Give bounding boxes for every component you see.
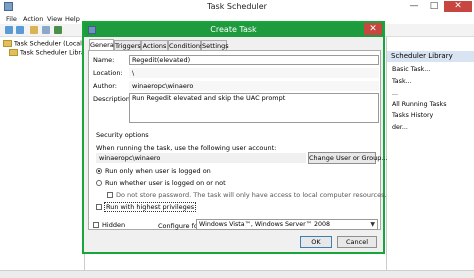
radio-run-whether-label: Run whether user is logged on or not: [105, 179, 226, 187]
radio-run-logged-on[interactable]: [96, 168, 102, 174]
main-window-title: Task Scheduler: [207, 2, 267, 11]
change-user-button[interactable]: Change User or Group...: [308, 152, 388, 164]
action-create-basic-task[interactable]: Basic Task...: [392, 66, 430, 73]
tree-item-library[interactable]: Task Scheduler Library: [9, 49, 91, 57]
menu-file[interactable]: File: [6, 15, 17, 23]
maximize-button[interactable]: □: [424, 1, 444, 12]
action-import-task[interactable]: ...: [392, 90, 398, 97]
main-close-button[interactable]: ✕: [444, 1, 472, 12]
tab-actions[interactable]: Actions: [141, 40, 168, 50]
action-all-running-tasks[interactable]: All Running Tasks: [392, 101, 446, 108]
dialog-title: Create Task: [210, 25, 257, 34]
tab-triggers[interactable]: Triggers: [114, 40, 141, 50]
navigation-tree: [0, 37, 85, 272]
menu-help[interactable]: Help: [65, 15, 80, 23]
menu-action[interactable]: Action: [23, 15, 43, 23]
hidden-label: Hidden: [102, 221, 126, 229]
location-value: \: [129, 68, 379, 78]
security-options-label: Security options: [96, 131, 149, 139]
do-not-store-password-label: Do not store password. The task will onl…: [116, 191, 387, 199]
author-value: winaeropc\winaero: [129, 81, 379, 91]
user-account-value: winaeropc\winaero: [96, 153, 306, 163]
highest-privileges-checkbox[interactable]: [96, 204, 102, 210]
hidden-checkbox[interactable]: [93, 222, 99, 228]
configure-for-select[interactable]: Windows Vista™, Windows Server™ 2008 ▼: [196, 219, 378, 230]
actions-header: Scheduler Library: [387, 51, 474, 62]
account-prompt: When running the task, use the following…: [96, 144, 277, 152]
folder-icon[interactable]: [30, 26, 38, 34]
cancel-button[interactable]: Cancel: [337, 236, 377, 248]
help-icon[interactable]: [54, 26, 62, 34]
tab-conditions[interactable]: Conditions: [168, 40, 203, 50]
tab-settings[interactable]: Settings: [201, 40, 229, 50]
minimize-button[interactable]: —: [404, 1, 424, 12]
do-not-store-password-checkbox[interactable]: [107, 192, 113, 198]
description-field[interactable]: Run Regedit elevated and skip the UAC pr…: [129, 93, 379, 123]
radio-run-whether[interactable]: [96, 180, 102, 186]
dialog-close-button[interactable]: ✕: [364, 23, 382, 35]
radio-run-logged-on-label: Run only when user is logged on: [105, 167, 211, 175]
action-new-folder[interactable]: der...: [392, 124, 408, 131]
clock-folder-icon: [3, 40, 12, 47]
name-field[interactable]: Regedit(elevated): [129, 55, 379, 65]
author-label: Author:: [93, 82, 117, 90]
chevron-down-icon: ▼: [370, 221, 375, 228]
description-label: Description:: [93, 95, 133, 103]
name-label: Name:: [93, 56, 115, 64]
highest-privileges-label: Run with highest privileges: [104, 202, 197, 212]
ok-button[interactable]: OK: [300, 236, 332, 248]
location-label: Location:: [93, 69, 123, 77]
forward-icon[interactable]: [16, 26, 24, 34]
menu-view[interactable]: View: [47, 15, 62, 23]
folder-icon: [9, 49, 18, 56]
properties-icon[interactable]: [42, 26, 50, 34]
tree-item-local[interactable]: Task Scheduler (Local): [3, 40, 84, 48]
back-icon[interactable]: [5, 26, 13, 34]
action-tasks-history[interactable]: Tasks History: [392, 112, 433, 119]
action-create-task[interactable]: Task...: [392, 78, 412, 85]
